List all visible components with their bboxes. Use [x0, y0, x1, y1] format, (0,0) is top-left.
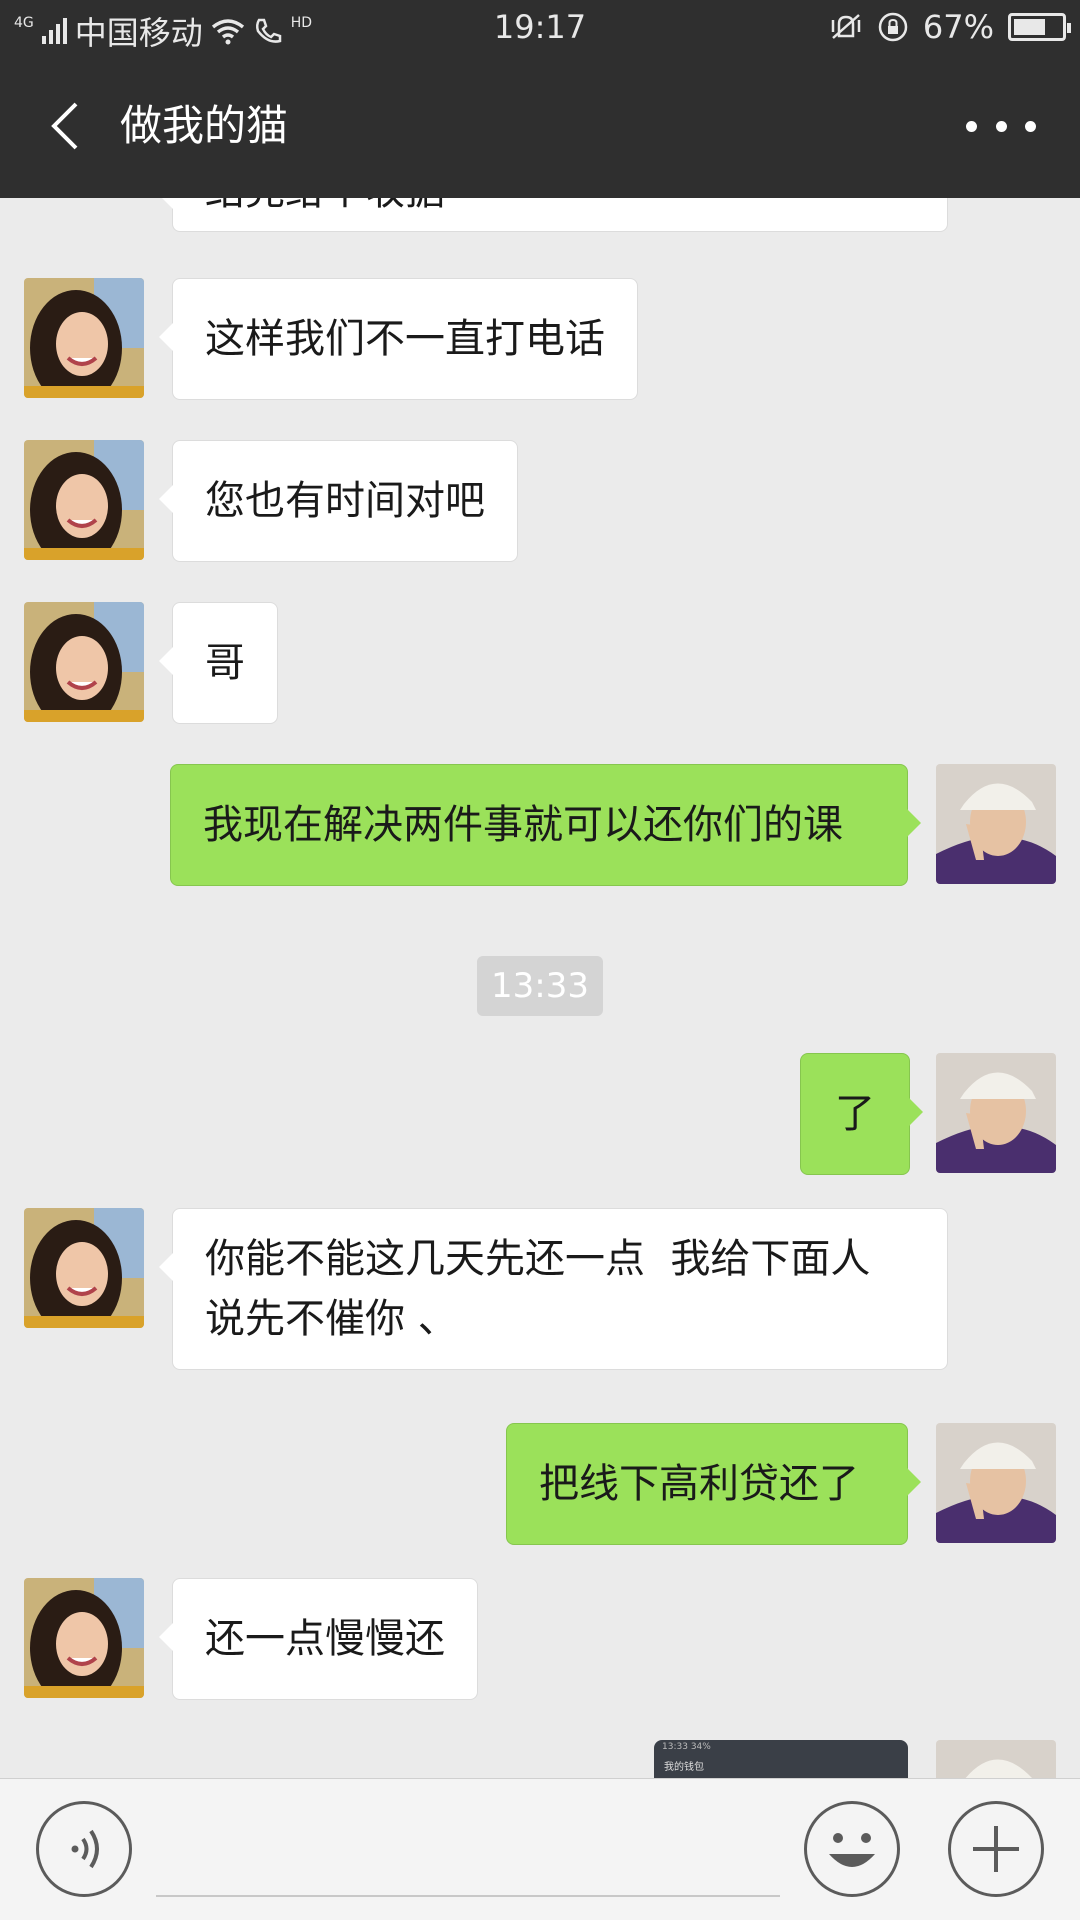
chat-title: 做我的猫 [120, 101, 289, 150]
emoji-icon[interactable] [804, 1801, 900, 1897]
incoming-message[interactable]: 这样我们不一直打电话 [159, 278, 638, 400]
message-text: 把线下高利贷还了 [539, 1461, 859, 1507]
message-text: 哥 [205, 640, 245, 686]
message-text: 了 [835, 1091, 875, 1137]
contact-avatar[interactable] [24, 1208, 144, 1328]
incoming-message[interactable]: 还一点慢慢还 [159, 1578, 478, 1700]
battery-percent: 67% [922, 8, 994, 46]
plus-icon[interactable] [948, 1801, 1044, 1897]
message-text: 这样我们不一直打电话 [205, 316, 605, 362]
image-preview-status: 13:33 34% [662, 1742, 711, 1752]
incoming-message[interactable]: 哥 [159, 602, 278, 724]
outgoing-message[interactable]: 把线下高利贷还了 [506, 1423, 921, 1545]
incoming-message[interactable]: 您也有时间对吧 [159, 440, 518, 562]
contact-avatar[interactable] [24, 440, 144, 560]
outgoing-message[interactable]: 了 [800, 1053, 923, 1175]
image-preview-title: 我的钱包 [664, 1762, 704, 1773]
message-text: 结完给个收据 [205, 198, 445, 214]
battery-icon [1008, 13, 1071, 41]
message-list[interactable]: 结完给个收据 这样我们不一直打电话 您也有时间对吧 哥 我现在解决两件事就可以还… [0, 198, 1080, 1778]
battery-level [1014, 19, 1045, 35]
message-input[interactable] [156, 1895, 780, 1897]
message-text: 我现在解决两件事就可以还你们的课 [203, 802, 843, 848]
chat-header: 做我的猫 [0, 56, 1080, 198]
image-message[interactable]: 13:33 34% 我的钱包 [654, 1740, 908, 1778]
rotation-lock-icon [878, 12, 908, 42]
contact-avatar[interactable] [24, 602, 144, 722]
more-dots-icon[interactable] [966, 106, 1036, 146]
user-avatar[interactable] [936, 1053, 1056, 1173]
chevron-left-icon[interactable] [40, 96, 100, 156]
message-text: 还一点慢慢还 [205, 1616, 445, 1662]
message-text: 您也有时间对吧 [205, 478, 485, 524]
vibrate-mute-icon [831, 14, 861, 39]
incoming-message[interactable]: 你能不能这几天先还一点 我给下面人 说先不催你 、 [159, 1208, 948, 1370]
user-avatar[interactable] [936, 1740, 1056, 1778]
contact-avatar[interactable] [24, 1578, 144, 1698]
outgoing-message[interactable]: 我现在解决两件事就可以还你们的课 [170, 764, 921, 886]
message-text: 你能不能这几天先还一点 我给下面人 说先不催你 、 [205, 1236, 871, 1342]
user-avatar[interactable] [936, 1423, 1056, 1543]
timestamp-label: 13:33 [477, 956, 603, 1016]
input-bar [0, 1778, 1080, 1920]
status-bar: 4G 中国移动 HD 19:17 67% [0, 0, 1080, 56]
contact-avatar[interactable] [24, 278, 144, 398]
user-avatar[interactable] [936, 764, 1056, 884]
incoming-message[interactable]: 结完给个收据 [159, 198, 948, 232]
voice-icon[interactable] [36, 1801, 132, 1897]
